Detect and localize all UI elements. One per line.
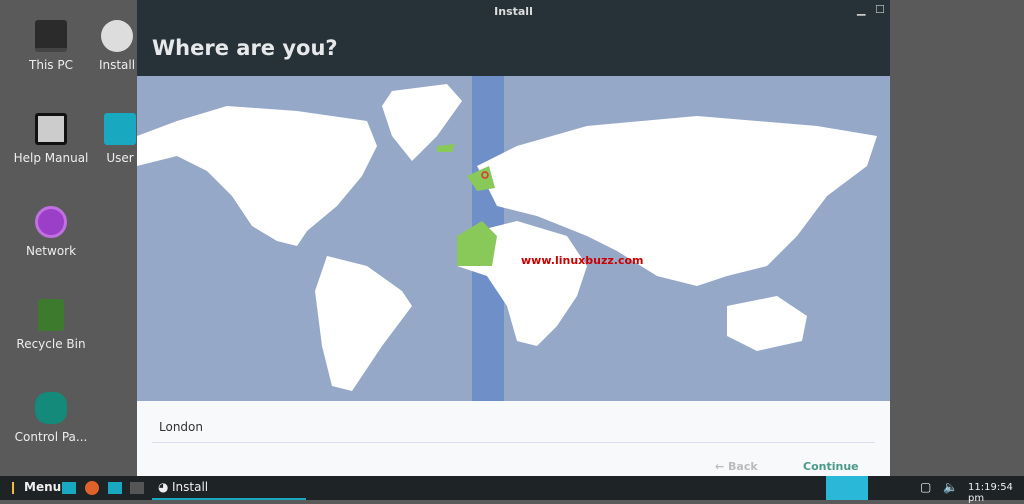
volume-icon[interactable]: 🔈: [943, 480, 958, 494]
installer-icon: ◕: [158, 480, 169, 494]
page-title: Where are you?: [152, 36, 338, 60]
divider: [152, 442, 875, 443]
title-bar: Install ▁ ☐ Where are you?: [137, 0, 890, 76]
firefox-icon[interactable]: [85, 481, 99, 495]
disc-icon: [101, 20, 133, 52]
desktop-icon-network[interactable]: Network: [6, 206, 96, 258]
workspace-indicator[interactable]: [826, 476, 868, 500]
watermark: www.linuxbuzz.com: [521, 254, 644, 267]
notification-icon[interactable]: ▢: [920, 480, 931, 494]
wrench-icon: [35, 392, 67, 424]
taskbar-item-install[interactable]: ◕ Install: [152, 476, 306, 500]
installer-window: Install ▁ ☐ Where are you? www.linuxbuzz…: [137, 0, 890, 476]
window-title: Install: [494, 5, 533, 18]
home-folder-launcher-icon[interactable]: [108, 482, 122, 494]
clock[interactable]: 11:19:54 pm: [968, 482, 1024, 504]
continue-button[interactable]: Continue: [803, 460, 859, 473]
map-book-icon: [35, 113, 67, 145]
desktop-icon-recycle-bin[interactable]: Recycle Bin: [6, 299, 96, 351]
desktop-icon-control-panel[interactable]: Control Pa...: [6, 392, 96, 444]
home-folder-icon: [104, 113, 136, 145]
menu-logo-icon: ❙: [8, 480, 19, 494]
files-launcher-icon[interactable]: [62, 482, 76, 494]
continents: [137, 84, 877, 391]
timezone-map[interactable]: www.linuxbuzz.com: [137, 76, 890, 401]
location-field[interactable]: London: [159, 420, 203, 434]
terminal-icon[interactable]: [130, 482, 144, 494]
back-button[interactable]: ← Back: [715, 460, 758, 473]
menu-button[interactable]: Menu: [24, 480, 61, 494]
trash-icon: [38, 299, 64, 331]
computer-icon: [35, 20, 67, 52]
taskbar: ❙ Menu ◕ Install ▢ 🔈 11:19:54 pm: [0, 476, 1024, 504]
maximize-button[interactable]: ☐: [875, 3, 885, 16]
globe-icon: [35, 206, 67, 238]
minimize-button[interactable]: ▁: [857, 3, 865, 16]
